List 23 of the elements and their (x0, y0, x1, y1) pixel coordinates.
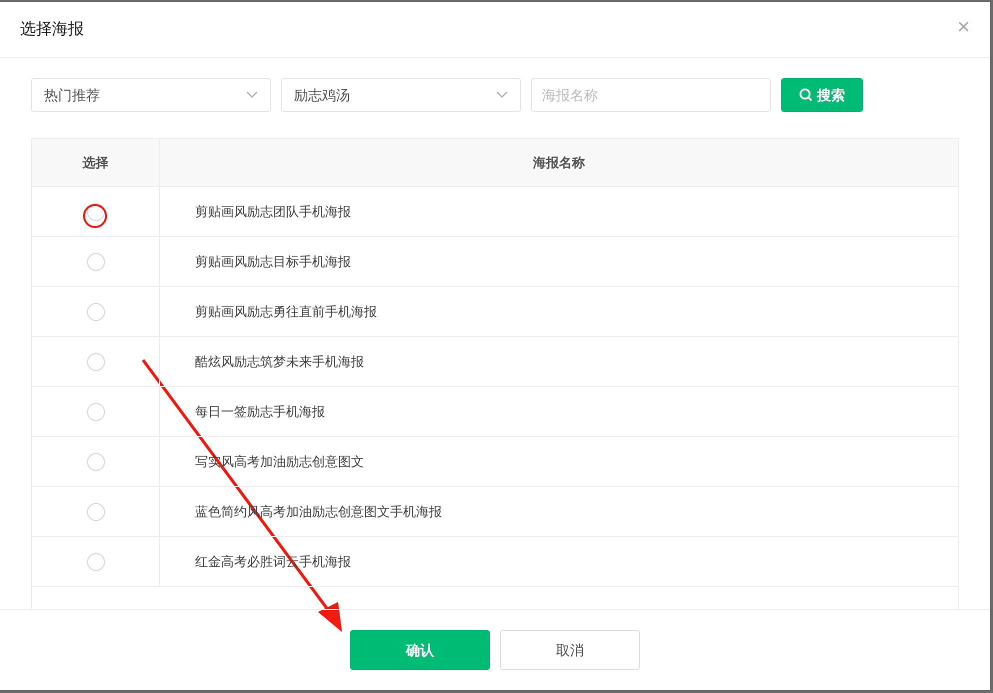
table-cell-text: 酷炫风励志筑梦未来手机海报 (195, 352, 364, 371)
dialog-title: 选择海报 (20, 20, 84, 40)
radio-button[interactable] (86, 452, 104, 470)
radio-button[interactable] (86, 202, 104, 220)
radio-button[interactable] (86, 552, 104, 570)
radio-button[interactable] (86, 302, 104, 320)
radio-button[interactable] (86, 402, 104, 420)
category-select[interactable]: 热门推荐 (31, 78, 271, 112)
topic-select[interactable]: 励志鸡汤 (281, 78, 521, 112)
column-header: 海报名称 (532, 154, 586, 172)
chevron-down-icon (246, 91, 258, 99)
column-header: 选择 (32, 139, 160, 186)
search-field[interactable]: 海报名称 (531, 78, 771, 112)
radio-button[interactable] (86, 352, 104, 370)
table-cell-text: 剪贴画风励志团队手机海报 (195, 202, 351, 221)
chevron-down-icon (496, 91, 508, 99)
cancel-button[interactable]: 取消 (500, 630, 640, 670)
table-cell-text: 剪贴画风励志勇往直前手机海报 (195, 302, 377, 321)
radio-button[interactable] (86, 252, 104, 270)
table-cell-text: 每日一签励志手机海报 (195, 402, 325, 421)
search-icon (799, 88, 813, 102)
radio-button[interactable] (86, 502, 104, 520)
table-cell-text: 剪贴画风励志目标手机海报 (195, 252, 351, 271)
